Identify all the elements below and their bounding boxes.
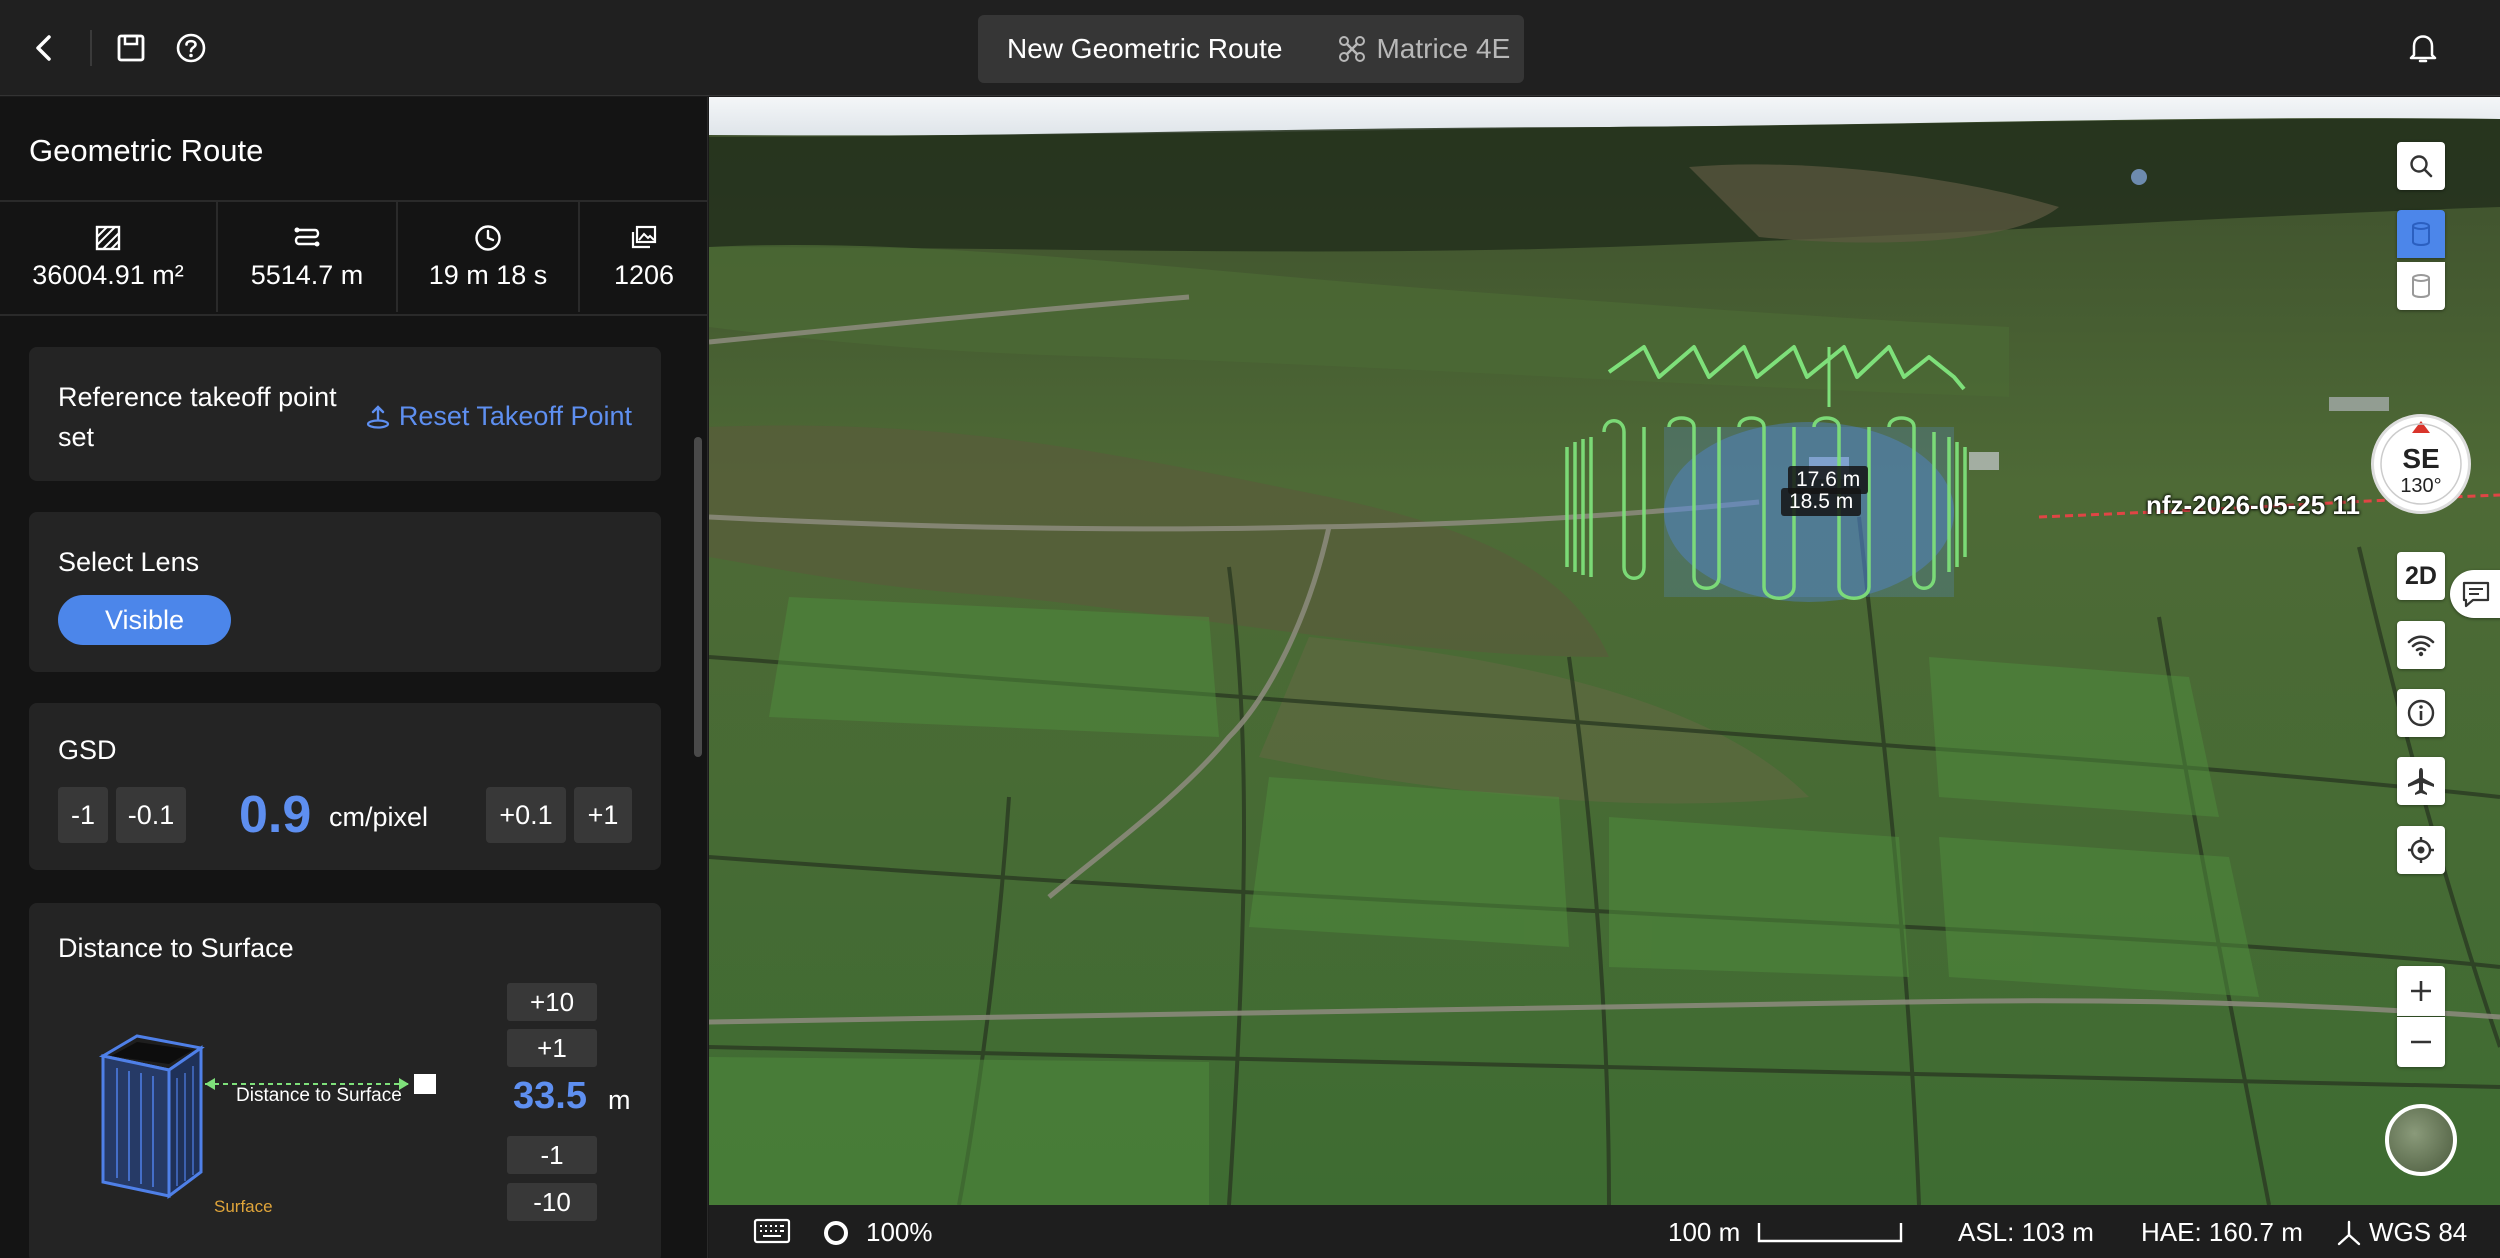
hae-readout: HAE: 160.7 m <box>2141 1217 2303 1247</box>
takeoff-status-label: Reference takeoff point set <box>58 382 337 452</box>
panel-title: Geometric Route <box>29 133 264 168</box>
save-icon[interactable] <box>111 28 151 68</box>
datum-label: WGS 84 <box>2369 1217 2468 1247</box>
map-search-button[interactable] <box>2397 142 2445 190</box>
gsd-unit: cm/pixel <box>329 802 429 832</box>
distance-minus-10-button[interactable]: -10 <box>507 1183 597 1221</box>
distance-unit: m <box>608 1085 631 1115</box>
basemap-switch-button[interactable] <box>2385 1104 2457 1176</box>
route-title[interactable]: New Geometric Route <box>1007 33 1282 65</box>
drone-model-label: Matrice 4E <box>1376 33 1511 64</box>
wifi-icon <box>2407 635 2435 657</box>
lens-label: Select Lens <box>58 547 200 577</box>
diagram-surface-label: Surface <box>214 1197 273 1216</box>
lens-card: Select Lens Visible <box>29 512 661 672</box>
stat-route-length-value: 5514.7 m <box>250 259 364 290</box>
gsd-minus-1-button[interactable]: -1 <box>58 787 108 843</box>
feedback-button[interactable] <box>2450 570 2500 618</box>
distance-value[interactable]: 33.5 <box>513 1075 587 1118</box>
keyboard-icon <box>753 1218 791 1244</box>
photos-icon <box>631 225 657 248</box>
clock-icon <box>475 224 501 251</box>
area-icon <box>95 225 121 250</box>
distance-card: Distance to Surface Distance to Surface … <box>29 903 661 1258</box>
distance-minus-1-button[interactable]: -1 <box>507 1136 597 1174</box>
cylinder-icon <box>2412 222 2430 246</box>
measure-label-bottom: 18.5 m <box>1781 488 1862 516</box>
gsd-value[interactable]: 0.9 <box>239 785 311 845</box>
gsd-card: GSD -1 -0.1 0.9 cm/pixel +0.1 +1 <box>29 703 661 870</box>
takeoff-point-icon <box>366 404 389 429</box>
gsd-plus-1-button[interactable]: +1 <box>574 787 632 843</box>
info-icon <box>2407 699 2435 727</box>
panel-scrollbar[interactable] <box>694 437 702 757</box>
compass-direction: SE <box>2402 443 2440 474</box>
crosshair-icon <box>2408 837 2434 863</box>
airplane-icon <box>2408 768 2434 795</box>
route-stats: 36004.91 m² 5514.7 m 19 m 18 s 1206 <box>0 202 707 312</box>
satellite-terrain <box>709 97 2500 1205</box>
route-settings-panel: Geometric Route 36004.91 m² 5514.7 m 19 … <box>0 97 708 1258</box>
zoom-in-button[interactable] <box>2397 966 2445 1016</box>
signal-button[interactable] <box>2397 621 2445 669</box>
gsd-plus-0.1-button[interactable]: +0.1 <box>486 787 566 843</box>
circle-indicator-icon <box>824 1221 848 1245</box>
route-length-icon <box>294 227 320 246</box>
view-2d-button[interactable]: 2D <box>2397 552 2445 600</box>
scale-label: 100 m <box>1668 1217 1741 1247</box>
gsd-minus-0.1-button[interactable]: -0.1 <box>116 787 186 843</box>
stat-flight-time-value: 19 m 18 s <box>428 259 548 290</box>
search-icon <box>2410 155 2433 178</box>
info-button[interactable] <box>2397 689 2445 737</box>
notification-bell-icon[interactable] <box>2403 28 2443 68</box>
stat-photo-count: 1206 <box>580 202 707 312</box>
top-bar: New Geometric Route Matrice 4E <box>0 0 2500 96</box>
reset-takeoff-label: Reset Takeoff Point <box>398 401 632 431</box>
nfz-label: nfz-2026-05-25 11 <box>2146 490 2360 520</box>
layer-3d-button[interactable] <box>2397 210 2445 258</box>
takeoff-card: Reference takeoff point set Reset Takeof… <box>29 347 661 481</box>
stat-photo-count-value: 1206 <box>613 259 675 290</box>
toolbar-divider <box>90 30 92 66</box>
locate-button[interactable] <box>2397 826 2445 874</box>
takeoff-marker[interactable] <box>2131 169 2147 185</box>
flight-button[interactable] <box>2397 757 2445 805</box>
asl-readout: ASL: 103 m <box>1958 1217 2094 1247</box>
keyboard-shortcuts-button[interactable] <box>753 1217 791 1250</box>
gsd-label: GSD <box>58 735 117 765</box>
compass-degrees: 130° <box>2400 475 2442 497</box>
zoom-out-button[interactable] <box>2397 1017 2445 1067</box>
distance-plus-10-button[interactable]: +10 <box>507 983 597 1021</box>
distance-label: Distance to Surface <box>58 933 294 963</box>
zoom-level: 100% <box>866 1217 933 1247</box>
minus-icon <box>2411 1040 2431 1044</box>
stat-area-value: 36004.91 m² <box>32 259 184 290</box>
divider <box>0 314 707 316</box>
status-bar: 100% 100 m ASL: 103 m HAE: 160.7 m WGS 8… <box>709 1205 2500 1258</box>
plus-icon <box>2411 981 2431 1001</box>
reset-takeoff-button[interactable]: Reset Takeoff Point <box>365 401 632 432</box>
drone-model: Matrice 4E <box>1338 33 1510 65</box>
chat-icon <box>2462 581 2490 608</box>
scale-bar <box>1757 1223 1903 1243</box>
compass-widget[interactable]: SE 130° <box>2371 414 2471 514</box>
stat-flight-time: 19 m 18 s <box>398 202 580 312</box>
help-icon[interactable] <box>171 28 211 68</box>
layer-terrain-button[interactable] <box>2397 262 2445 310</box>
diagram-distance-label: Distance to Surface <box>236 1085 402 1106</box>
coordinate-system-icon <box>2337 1220 2361 1246</box>
cylinder-outline-icon <box>2412 274 2430 298</box>
back-icon[interactable] <box>24 28 64 68</box>
drone-icon <box>1339 36 1366 62</box>
lens-visible-button[interactable]: Visible <box>58 595 231 645</box>
stat-area: 36004.91 m² <box>0 202 218 312</box>
distance-plus-1-button[interactable]: +1 <box>507 1029 597 1067</box>
route-title-pill: New Geometric Route Matrice 4E <box>978 15 1524 83</box>
map-view[interactable]: 17.6 m 18.5 m <box>709 97 2500 1205</box>
distance-diagram <box>98 1034 436 1199</box>
stat-route-length: 5514.7 m <box>218 202 398 312</box>
